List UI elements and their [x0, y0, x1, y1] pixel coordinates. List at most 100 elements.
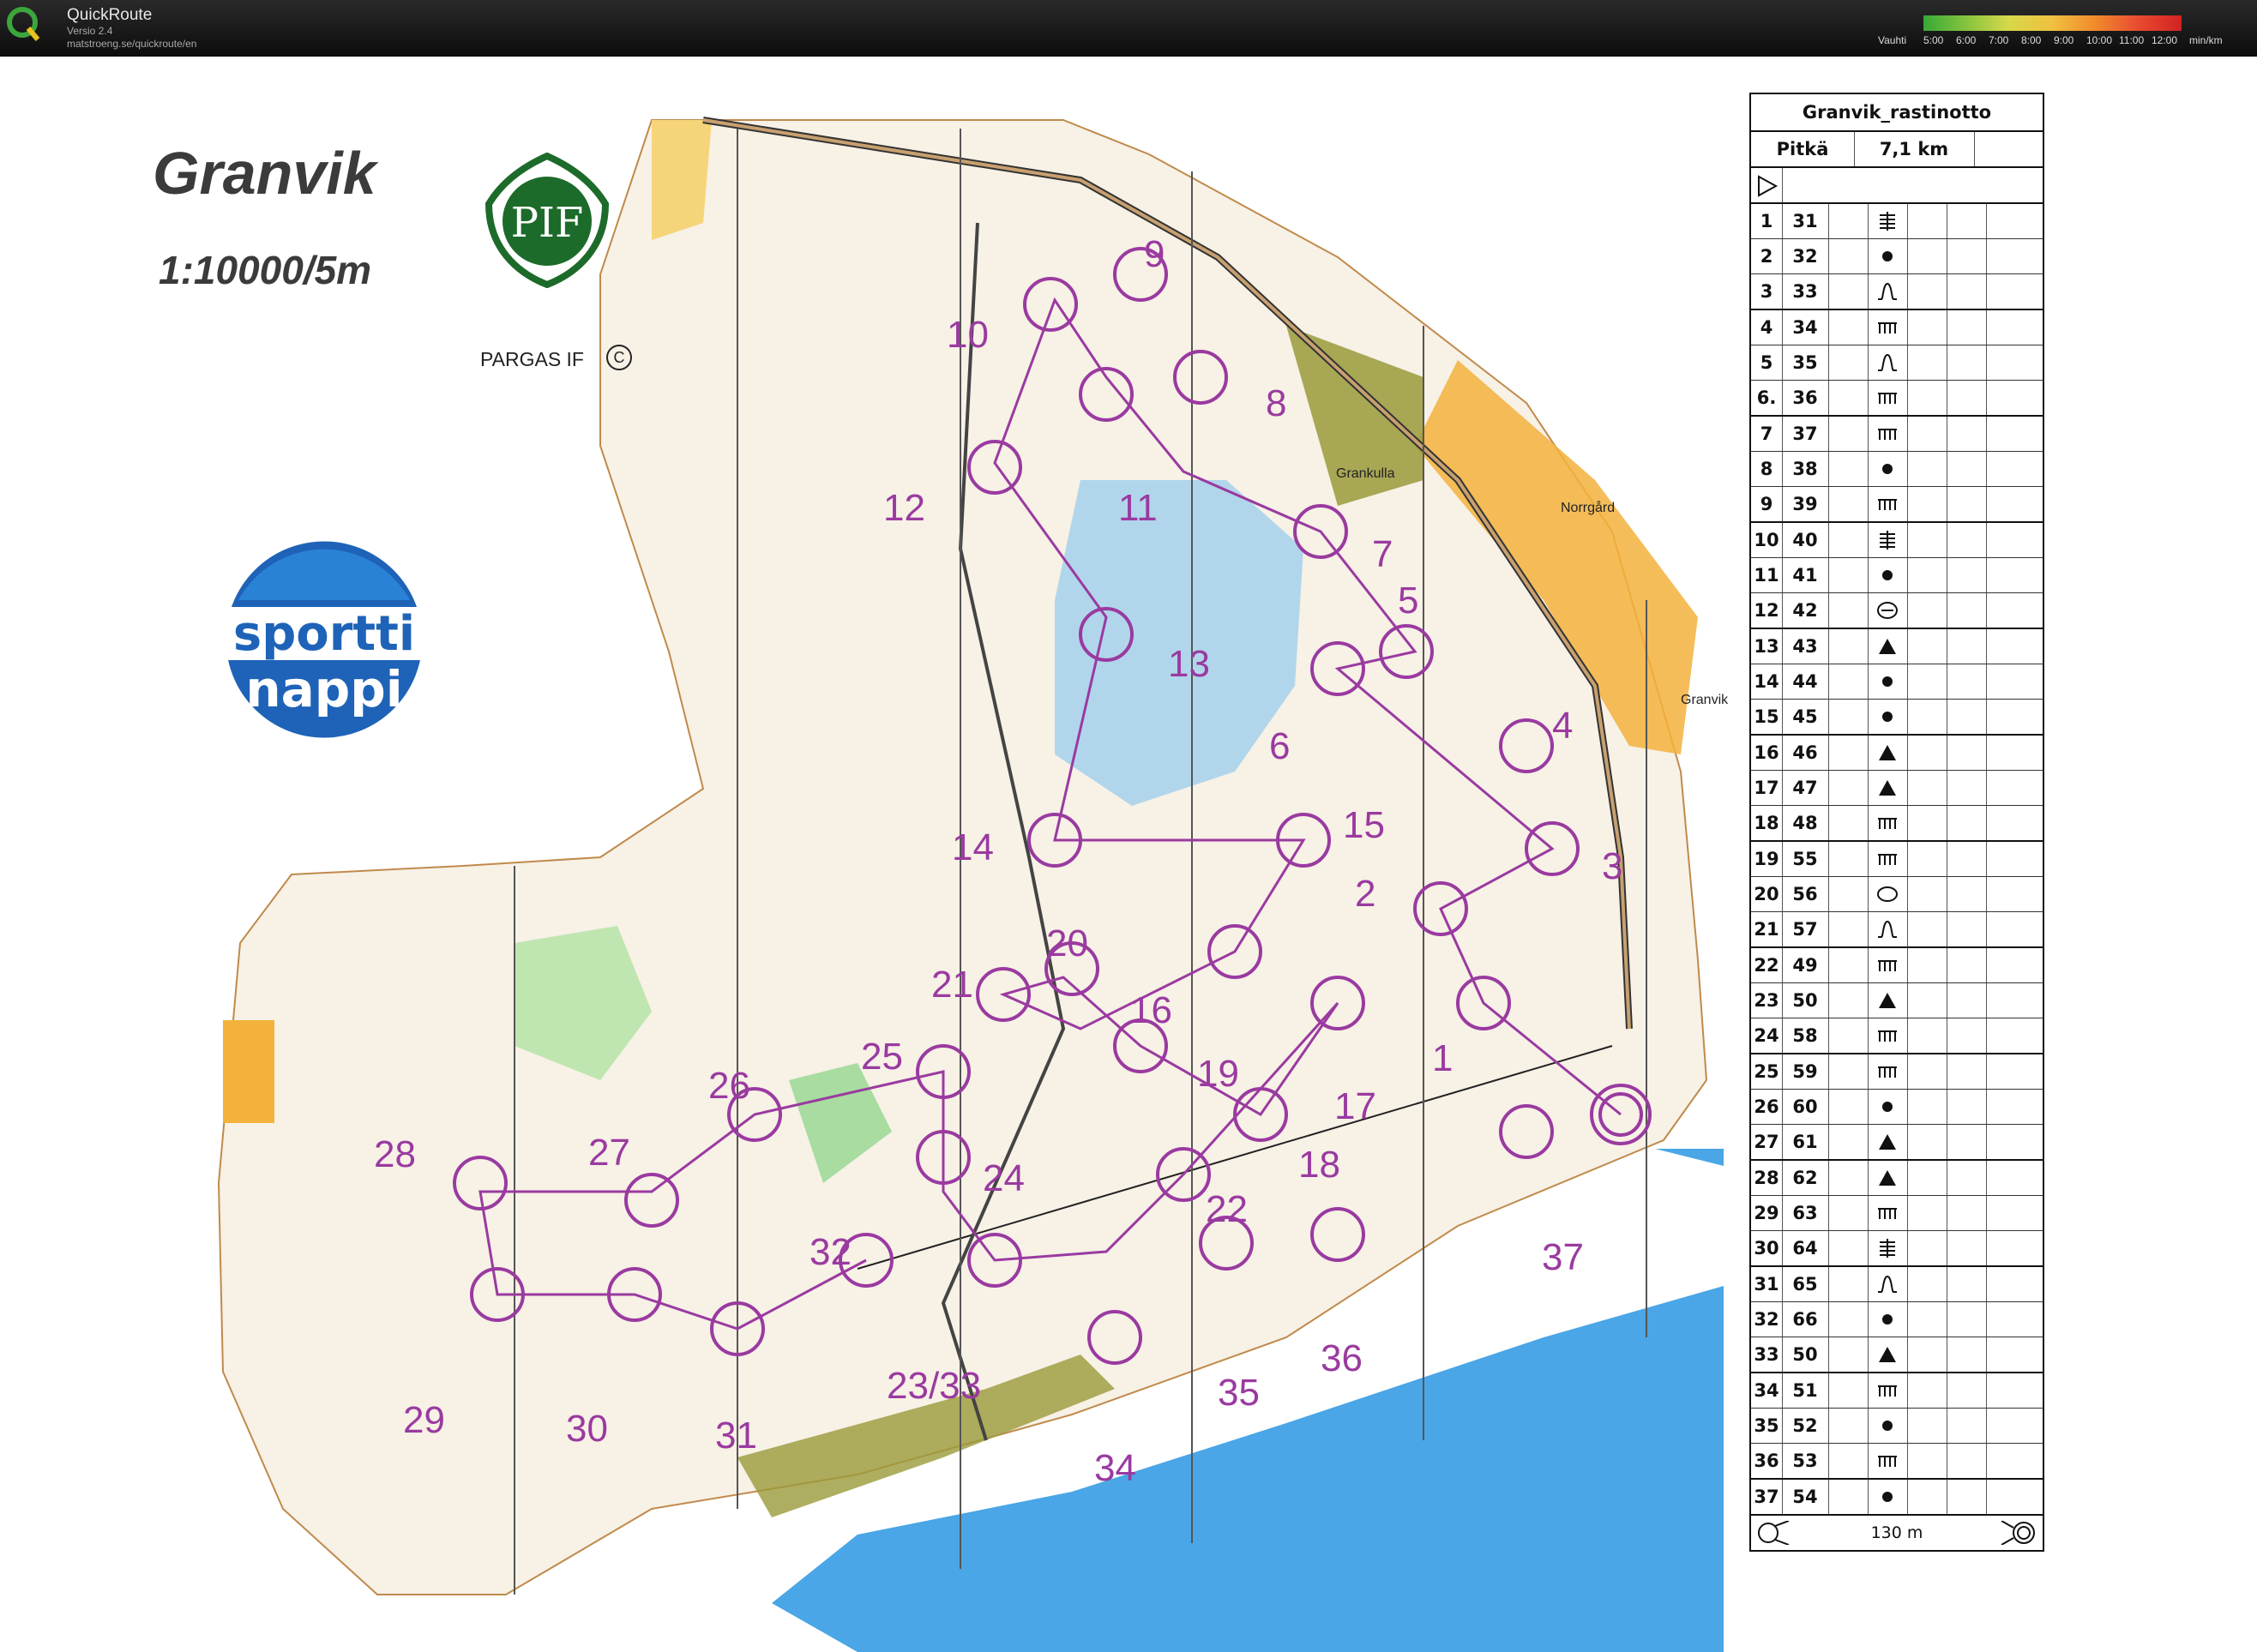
- control-code: 47: [1792, 778, 1818, 798]
- control-description-row: 2 32: [1751, 238, 2043, 273]
- control-code: 63: [1792, 1203, 1818, 1223]
- pace-tick: 10:00: [2086, 34, 2113, 46]
- control-sequence-number: 18: [1754, 813, 1779, 833]
- feature-symbol-icon: [1877, 602, 1898, 619]
- control-sequence-number: 31: [1754, 1274, 1779, 1295]
- feature-symbol-icon: [1879, 993, 1896, 1008]
- control-sequence-number: 35: [1754, 1415, 1779, 1436]
- feature-symbol-icon: [1880, 1239, 1895, 1258]
- control-sequence-number: 8: [1760, 459, 1773, 479]
- control-code: 34: [1792, 317, 1818, 338]
- control-code: 51: [1792, 1380, 1818, 1401]
- control-description-row: 33 50: [1751, 1337, 2043, 1372]
- control-number: 35: [1218, 1372, 1260, 1414]
- control-sequence-number: 21: [1754, 919, 1779, 940]
- control-description-row: 13 43: [1751, 628, 2043, 664]
- control-code: 38: [1792, 459, 1818, 479]
- control-code: 57: [1792, 919, 1818, 940]
- control-description-row: 23 50: [1751, 982, 2043, 1018]
- control-description-row: 7 37: [1751, 415, 2043, 451]
- control-sequence-number: 9: [1760, 494, 1773, 514]
- control-description-row: 4 34: [1751, 309, 2043, 345]
- control-code: 50: [1792, 990, 1818, 1011]
- control-description-row: 9 39: [1751, 486, 2043, 521]
- control-description-row: 31 65: [1751, 1265, 2043, 1301]
- feature-symbol-icon: [1878, 499, 1897, 510]
- control-code: 46: [1792, 742, 1818, 763]
- control-sequence-number: 20: [1754, 884, 1779, 904]
- control-description-row: 35 52: [1751, 1408, 2043, 1443]
- feature-symbol-icon: [1882, 1314, 1893, 1325]
- quickroute-logo-icon: [7, 7, 40, 41]
- control-sequence-number: 26: [1754, 1096, 1779, 1117]
- control-number: 8: [1266, 382, 1287, 424]
- feature-symbol-icon: [1880, 212, 1895, 231]
- control-sequence-number: 22: [1754, 955, 1779, 976]
- control-number: 21: [931, 964, 973, 1006]
- club-logo: PIF: [485, 153, 610, 288]
- finish-circle-icon: [2001, 1521, 2035, 1545]
- feature-symbol-icon: [1880, 531, 1895, 550]
- control-number: 11: [1118, 487, 1158, 529]
- finish-row: 130 m: [1751, 1514, 2043, 1550]
- control-number: 2: [1355, 873, 1376, 915]
- pace-legend-label: Vauhti: [1878, 34, 1907, 46]
- control-sequence-number: 37: [1754, 1487, 1779, 1507]
- pace-tick: 11:00: [2119, 34, 2145, 46]
- control-number: 9: [1144, 233, 1165, 275]
- control-number: 12: [883, 487, 925, 529]
- control-number: 15: [1343, 804, 1385, 846]
- feature-symbol-icon: [1882, 676, 1893, 687]
- control-description-row: 5 35: [1751, 345, 2043, 380]
- control-code: 59: [1792, 1061, 1818, 1082]
- control-number: 28: [374, 1133, 416, 1175]
- pace-tick: 12:00: [2152, 34, 2178, 46]
- control-code: 31: [1792, 211, 1818, 231]
- control-sequence-number: 6.: [1756, 387, 1777, 408]
- feature-symbol-icon: [1878, 429, 1897, 440]
- feature-symbol-icon: [1879, 1170, 1896, 1186]
- map-title: Granvik: [153, 140, 376, 207]
- control-sequence-number: 24: [1754, 1025, 1779, 1046]
- control-code: 48: [1792, 813, 1818, 833]
- pace-tick: 7:00: [1989, 34, 2009, 46]
- control-number: 17: [1334, 1085, 1376, 1127]
- control-description-row: 30 64: [1751, 1230, 2043, 1265]
- control-description-row: 32 66: [1751, 1301, 2043, 1337]
- control-number: 1: [1432, 1037, 1454, 1079]
- control-description-row: 24 58: [1751, 1018, 2043, 1053]
- control-sequence-number: 13: [1754, 636, 1779, 657]
- course-class: Pitkä: [1776, 139, 1829, 159]
- control-code: 36: [1792, 387, 1818, 408]
- control-code: 39: [1792, 494, 1818, 514]
- pace-tick: 5:00: [1923, 34, 1944, 46]
- pace-tick: 8:00: [2021, 34, 2042, 46]
- control-description-sheet: Granvik_rastinotto Pitkä 7,1 km 1 31 2 32 3 3…: [1749, 93, 2044, 1552]
- control-number: 6: [1269, 725, 1291, 767]
- feature-symbol-icon: [1882, 1421, 1893, 1431]
- control-number: 14: [952, 826, 994, 868]
- control-number: 31: [715, 1415, 757, 1457]
- control-description-row: 12 42: [1751, 592, 2043, 628]
- svg-text:nappi: nappi: [245, 660, 402, 718]
- feature-symbol-icon: [1878, 353, 1897, 371]
- course-title: Granvik_rastinotto: [1802, 102, 1992, 123]
- control-description-row: 1 31: [1751, 202, 2043, 238]
- control-description-row: 8 38: [1751, 451, 2043, 486]
- open-field: [652, 120, 712, 240]
- feature-symbol-icon: [1878, 818, 1897, 829]
- svg-text:sportti: sportti: [233, 606, 415, 662]
- control-code: 52: [1792, 1415, 1818, 1436]
- feature-symbol-icon: [1878, 1385, 1897, 1397]
- start-triangle-icon: [1758, 175, 1779, 197]
- control-sequence-number: 10: [1754, 530, 1779, 550]
- control-code: 65: [1792, 1274, 1818, 1295]
- control-sequence-number: 5: [1760, 352, 1773, 373]
- app-name: QuickRoute: [67, 6, 153, 24]
- control-description-row: 14 44: [1751, 664, 2043, 699]
- control-number: 23/33: [887, 1365, 982, 1407]
- place-name: Granvik: [1681, 693, 1729, 707]
- feature-symbol-icon: [1878, 393, 1897, 404]
- feature-symbol-icon: [1878, 854, 1897, 865]
- pace-tick: 6:00: [1956, 34, 1977, 46]
